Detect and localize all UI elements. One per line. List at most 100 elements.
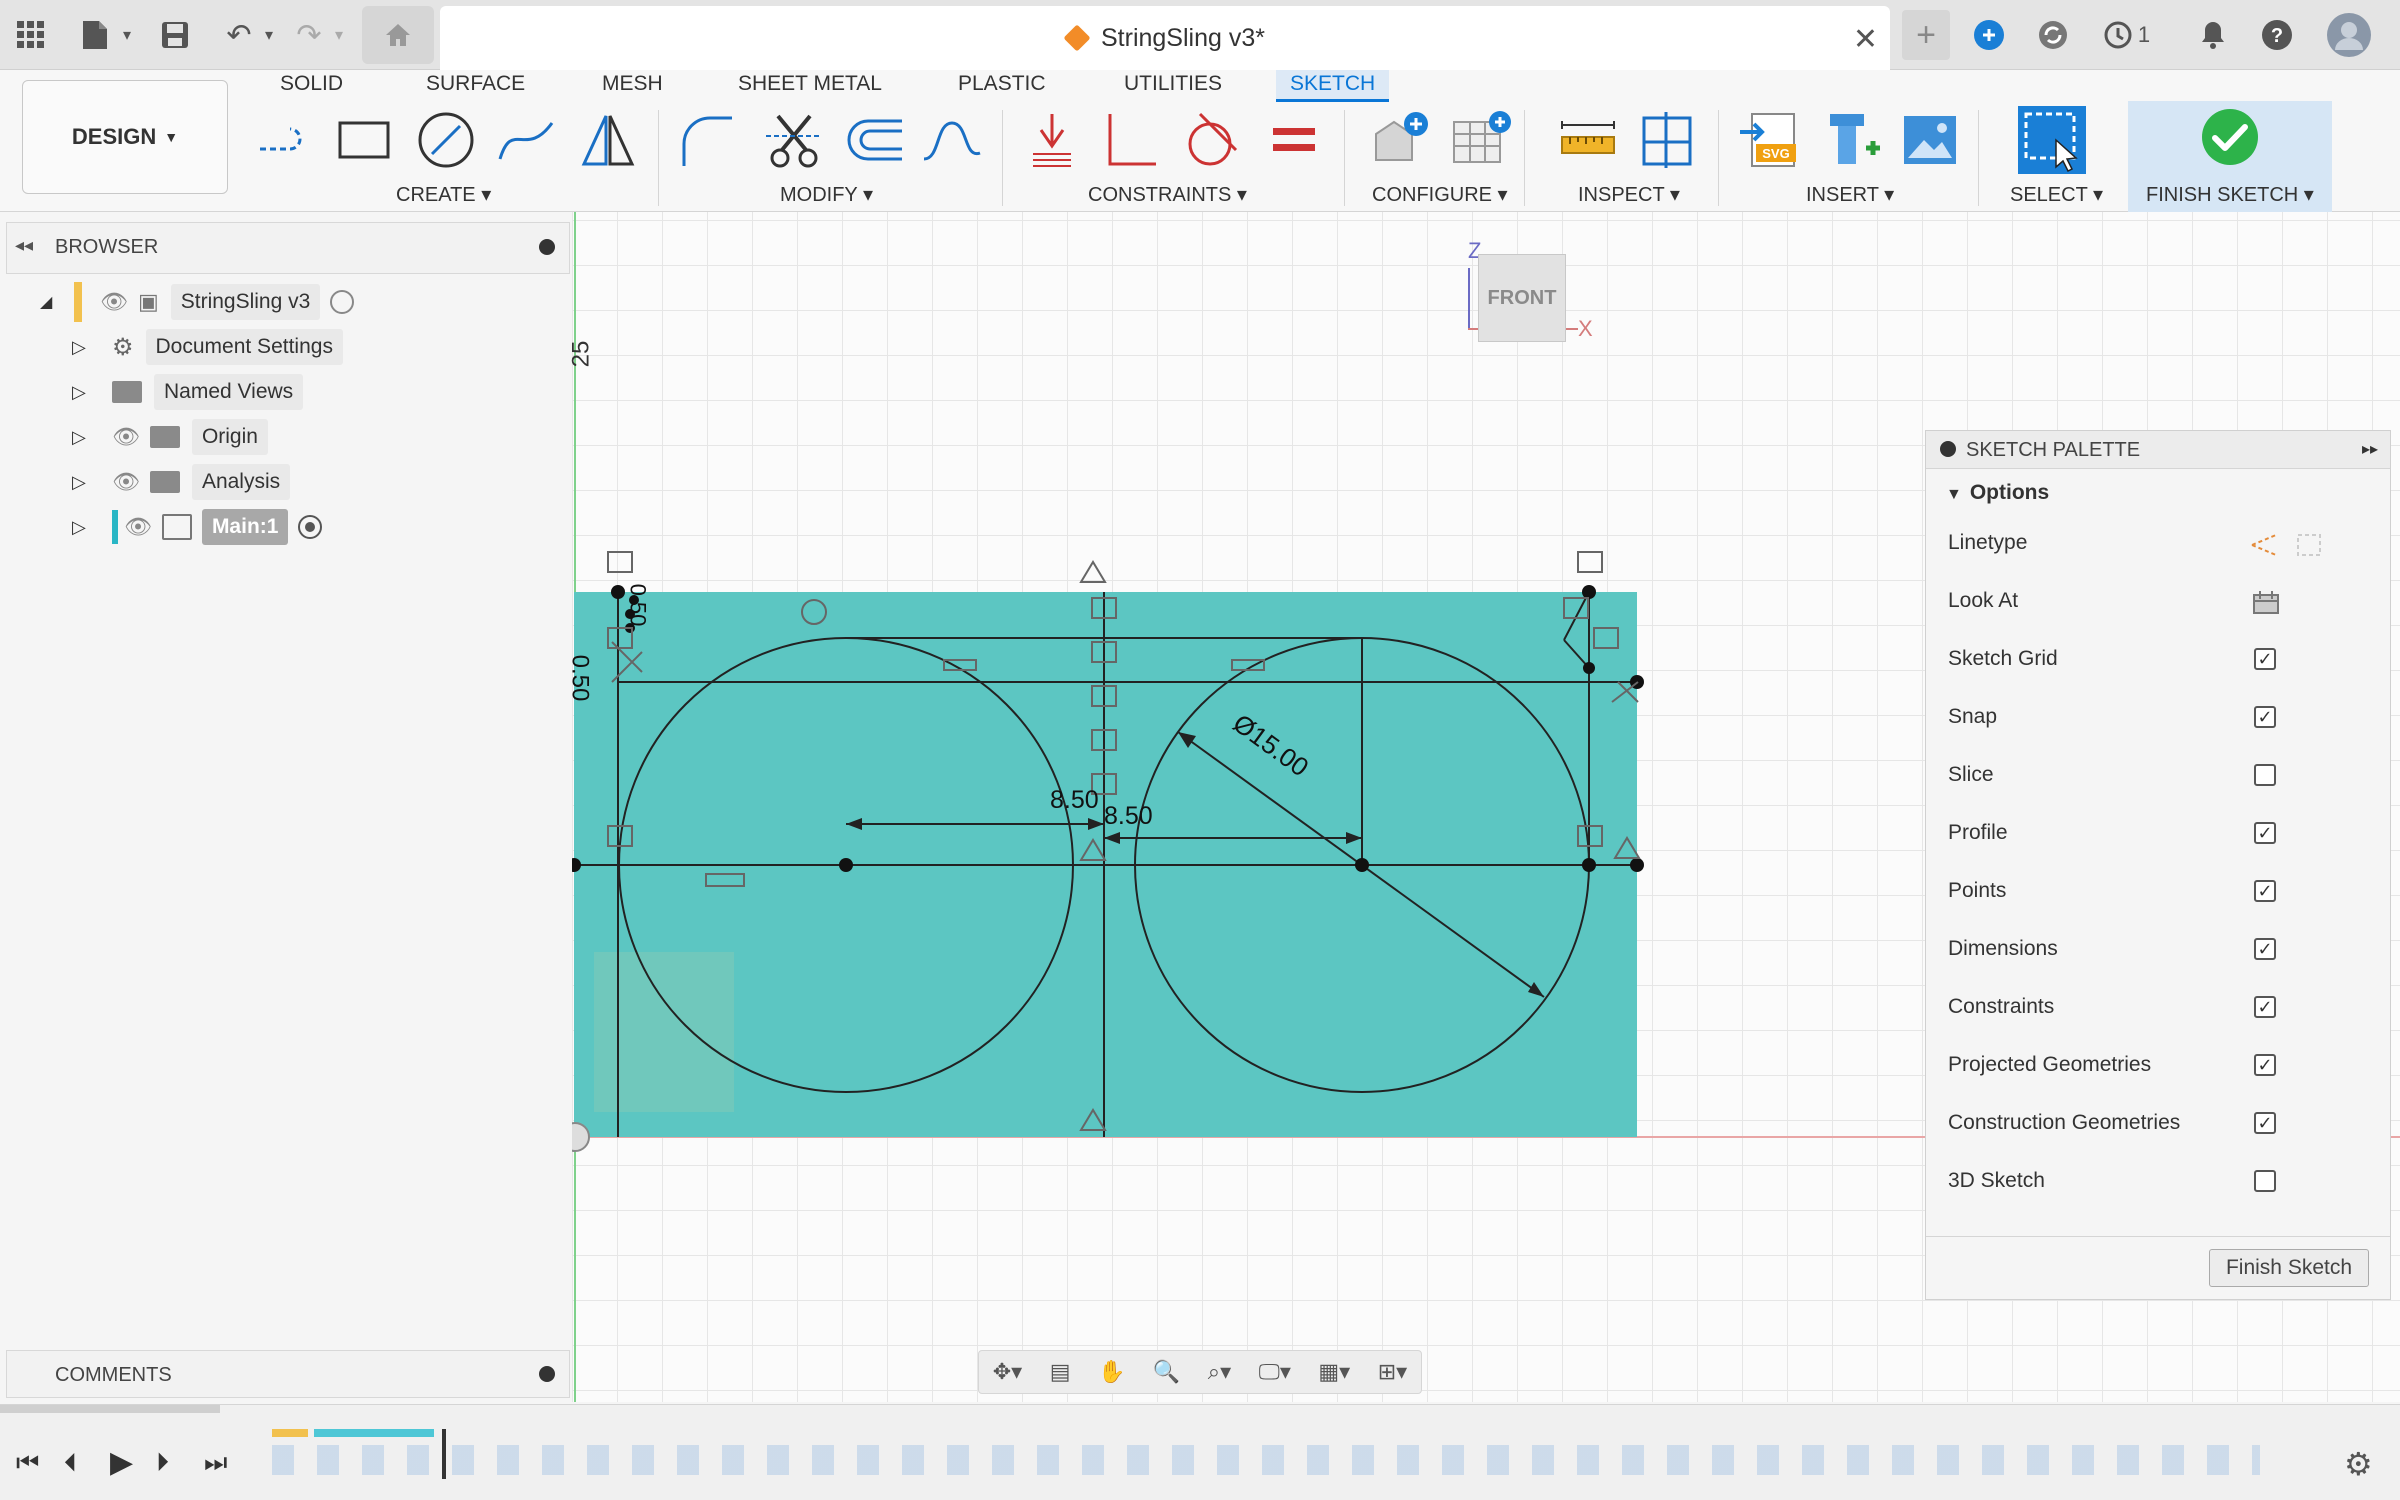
sketch-grid-checkbox[interactable]: ✓: [2254, 648, 2276, 670]
file-menu-chevron-icon[interactable]: ▾: [104, 12, 150, 58]
close-tab-icon[interactable]: ✕: [1853, 22, 1878, 57]
configure-table-icon[interactable]: [1450, 108, 1514, 172]
expand-triangle-icon[interactable]: ▷: [72, 382, 112, 403]
app-grid-icon[interactable]: [8, 12, 54, 58]
timeline-scrollbar[interactable]: [0, 1405, 220, 1413]
profile-checkbox[interactable]: ✓: [2254, 822, 2276, 844]
timeline-settings-gear-icon[interactable]: ⚙: [2344, 1445, 2373, 1483]
dimension-left-center[interactable]: 8.50: [1050, 786, 1099, 815]
tab-plastic[interactable]: PLASTIC: [944, 70, 1060, 102]
save-icon[interactable]: [152, 12, 198, 58]
collapse-panel-icon[interactable]: ◂◂: [15, 235, 33, 256]
timeline-feature-icons[interactable]: [272, 1445, 2260, 1475]
dimension-small-vertical[interactable]: 0.50: [565, 655, 593, 702]
fillet-tool-icon[interactable]: [676, 108, 740, 172]
expand-triangle-icon[interactable]: ▷: [72, 472, 112, 493]
measure-tool-icon[interactable]: [1556, 108, 1620, 172]
constraints-checkbox[interactable]: ✓: [2254, 996, 2276, 1018]
perpendicular-constraint-icon[interactable]: [1098, 108, 1162, 172]
extensions-icon[interactable]: [1966, 12, 2012, 58]
insert-menu[interactable]: INSERT ▾: [1806, 182, 1894, 207]
rectangle-tool-icon[interactable]: [332, 108, 396, 172]
workspace-switcher-button[interactable]: DESIGN ▼: [22, 80, 228, 194]
document-tab[interactable]: StringSling v3* ✕: [440, 6, 1890, 70]
tab-sheet-metal[interactable]: SHEET METAL: [724, 70, 896, 102]
tab-utilities[interactable]: UTILITIES: [1110, 70, 1236, 102]
projected-geometries-checkbox[interactable]: ✓: [2254, 1054, 2276, 1076]
spline-tool-icon[interactable]: [494, 108, 558, 172]
tab-solid[interactable]: SOLID: [266, 70, 357, 102]
select-menu[interactable]: SELECT ▾: [2010, 182, 2103, 207]
job-status-icon[interactable]: 1: [2092, 12, 2162, 58]
centerline-linetype-icon[interactable]: [2294, 531, 2324, 559]
expand-triangle-icon[interactable]: ▷: [72, 427, 112, 448]
redo-chevron-icon[interactable]: ▾: [316, 12, 362, 58]
points-checkbox[interactable]: ✓: [2254, 880, 2276, 902]
trim-scissors-icon[interactable]: [762, 108, 826, 172]
go-to-start-icon[interactable]: ⏮: [16, 1447, 39, 1479]
mirror-tool-icon[interactable]: [576, 108, 640, 172]
view-cube[interactable]: Z FRONT X: [1468, 238, 1593, 348]
tab-surface[interactable]: SURFACE: [412, 70, 539, 102]
look-at-icon[interactable]: [2252, 589, 2280, 615]
expand-triangle-icon[interactable]: ▷: [72, 517, 112, 538]
create-menu[interactable]: CREATE ▾: [396, 182, 491, 207]
notifications-bell-icon[interactable]: [2190, 12, 2236, 58]
zoom-window-icon[interactable]: ⌕▾: [1208, 1359, 1231, 1385]
browser-panel-options-icon[interactable]: [539, 239, 555, 255]
go-to-end-icon[interactable]: ⏭: [204, 1447, 227, 1479]
new-tab-icon[interactable]: +: [1902, 10, 1950, 60]
insert-svg-icon[interactable]: SVG: [1738, 108, 1802, 172]
visibility-eye-icon[interactable]: 👁: [100, 289, 128, 315]
options-section[interactable]: ▼ Options: [1946, 481, 2049, 505]
look-at-nav-icon[interactable]: ▤: [1050, 1359, 1071, 1385]
tree-item-main[interactable]: ▷ 👁 Main:1: [72, 507, 323, 547]
view-cube-front-face[interactable]: FRONT: [1478, 254, 1566, 342]
equal-constraint-icon[interactable]: [1262, 108, 1326, 172]
visibility-eye-icon[interactable]: 👁: [112, 424, 140, 450]
tangent-constraint-icon[interactable]: [1178, 108, 1242, 172]
select-tool-icon[interactable]: [2016, 104, 2088, 176]
expand-triangle-icon[interactable]: ▷: [72, 337, 112, 358]
section-analysis-icon[interactable]: [1636, 108, 1700, 172]
constraints-menu[interactable]: CONSTRAINTS ▾: [1088, 182, 1247, 207]
orbit-icon[interactable]: ✥▾: [993, 1359, 1022, 1385]
visibility-eye-icon[interactable]: 👁: [112, 469, 140, 495]
sync-icon[interactable]: [2030, 12, 2076, 58]
tree-item-named-views[interactable]: ▷ Named Views: [72, 372, 304, 412]
line-tool-icon[interactable]: [254, 108, 318, 172]
construction-linetype-icon[interactable]: [2248, 531, 2280, 559]
tree-item-document-settings[interactable]: ▷ ⚙ Document Settings: [72, 327, 343, 367]
activate-radio-icon[interactable]: [298, 515, 323, 539]
visibility-eye-icon[interactable]: 👁: [124, 514, 152, 540]
circle-tool-icon[interactable]: [414, 108, 478, 172]
add-comment-icon[interactable]: [539, 1366, 555, 1382]
grid-settings-icon[interactable]: ▦▾: [1318, 1359, 1350, 1385]
3d-sketch-checkbox[interactable]: [2254, 1170, 2276, 1192]
dimension-small-corner[interactable]: 0.50: [624, 584, 650, 627]
activate-radio-icon[interactable]: [330, 290, 355, 314]
tree-item-origin[interactable]: ▷ 👁 Origin: [72, 417, 268, 457]
insert-image-icon[interactable]: [1898, 108, 1962, 172]
pan-hand-icon[interactable]: ✋: [1098, 1359, 1125, 1385]
home-icon[interactable]: [362, 6, 434, 64]
play-icon[interactable]: ▶: [110, 1445, 133, 1480]
expand-triangle-icon[interactable]: ◢: [40, 292, 74, 312]
tab-mesh[interactable]: MESH: [588, 70, 677, 102]
palette-finish-sketch-button[interactable]: Finish Sketch: [2209, 1249, 2369, 1287]
insert-component-icon[interactable]: [1820, 108, 1884, 172]
help-icon[interactable]: ?: [2254, 12, 2300, 58]
display-settings-icon[interactable]: 🖵▾: [1259, 1359, 1291, 1385]
palette-minimize-icon[interactable]: [1940, 441, 1956, 457]
tab-sketch[interactable]: SKETCH: [1276, 70, 1390, 102]
slice-checkbox[interactable]: [2254, 764, 2276, 786]
dimension-right-center[interactable]: 8.50: [1104, 802, 1153, 831]
construction-geometries-checkbox[interactable]: ✓: [2254, 1112, 2276, 1134]
modify-menu[interactable]: MODIFY ▾: [780, 182, 873, 207]
coincident-constraint-icon[interactable]: [1020, 108, 1084, 172]
snap-checkbox[interactable]: ✓: [2254, 706, 2276, 728]
user-avatar-icon[interactable]: [2326, 12, 2372, 58]
step-forward-icon[interactable]: ⏵: [156, 1447, 169, 1479]
tree-item-analysis[interactable]: ▷ 👁 Analysis: [72, 462, 291, 502]
zoom-icon[interactable]: 🔍: [1153, 1359, 1180, 1385]
